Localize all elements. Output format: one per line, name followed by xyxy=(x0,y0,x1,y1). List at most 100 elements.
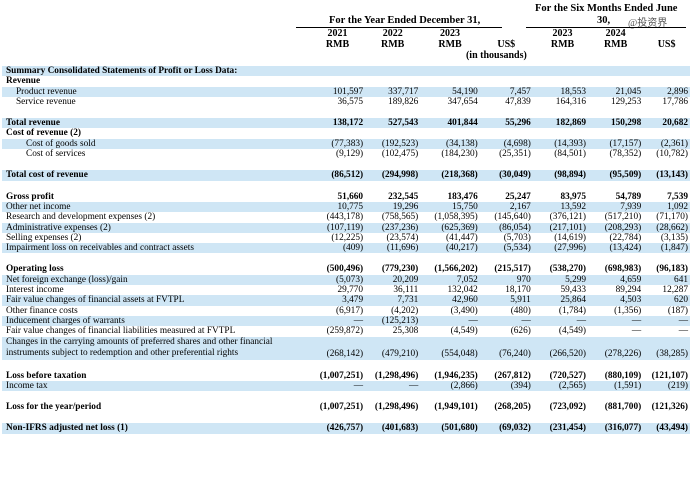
row-value: (517,210) xyxy=(604,212,642,223)
row-value: — xyxy=(643,315,690,327)
row-value xyxy=(309,66,366,77)
row-label: Income tax xyxy=(2,380,310,392)
row-value: 1,092 xyxy=(643,201,690,213)
row-label: Fair value changes of financial assets a… xyxy=(2,295,310,306)
year-col-6: 2024 xyxy=(605,28,626,39)
row-value xyxy=(537,76,588,86)
row-value: (121,326) xyxy=(651,402,688,413)
row-value: 36,575 xyxy=(337,96,364,107)
row-value: — xyxy=(309,315,366,327)
row-value: (500,496) xyxy=(326,264,364,275)
row-value: (2,565) xyxy=(537,380,589,392)
row-value: (23,574) xyxy=(386,232,419,243)
row-value: 25,864 xyxy=(537,295,589,306)
row-value: (192,523) xyxy=(365,138,421,150)
row-value: (43,494) xyxy=(643,423,690,434)
currency-col-3: RMB xyxy=(438,39,462,50)
row-value: 164,316 xyxy=(555,96,587,107)
row-value: (145,640) xyxy=(494,212,531,223)
row-value: (538,270) xyxy=(549,264,587,275)
row-value: 25,247 xyxy=(505,191,531,202)
row-value: (4,698) xyxy=(479,138,533,150)
row-value xyxy=(588,66,644,77)
row-label: Gross profit xyxy=(6,191,54,202)
row-value: (95,509) xyxy=(588,170,644,181)
row-value: (14,619) xyxy=(554,232,587,243)
row-value: (626) xyxy=(510,326,531,337)
row-value: 10,775 xyxy=(309,201,366,213)
row-value: — xyxy=(479,315,533,327)
row-value xyxy=(480,128,533,138)
row-value: (6,917) xyxy=(335,305,364,316)
year-col-2: 2022 xyxy=(382,28,403,39)
column-header-table: 2021 2022 2023 2023 2024 RMB RMB RMB US$… xyxy=(2,28,690,61)
row-label: Impairment loss on receivables and contr… xyxy=(2,243,310,254)
row-value: (30,049) xyxy=(479,170,533,181)
row-value: (34,138) xyxy=(420,138,480,150)
row-value: (77,383) xyxy=(309,138,366,150)
row-value: 25,308 xyxy=(392,326,419,337)
row-value: (268,205) xyxy=(494,402,531,413)
row-value: (1,298,496) xyxy=(374,402,419,413)
row-value: (501,680) xyxy=(420,423,480,434)
row-value: (1,949,101) xyxy=(434,402,478,413)
row-value xyxy=(310,76,365,86)
row-value xyxy=(480,76,533,86)
row-value: 182,869 xyxy=(537,118,589,129)
row-value xyxy=(643,128,690,138)
year-title: For the Year Ended December 31, xyxy=(329,15,481,26)
row-value: 4,659 xyxy=(588,274,644,286)
spacer-row xyxy=(2,159,690,170)
row-value: (69,032) xyxy=(479,423,533,434)
table-row: Gross profit 51,660 232,545 183,476 25,247 83… xyxy=(2,192,690,202)
row-value: 18,553 xyxy=(537,86,589,97)
row-value xyxy=(537,128,588,138)
row-value: (71,170) xyxy=(656,212,688,223)
spacer-row xyxy=(2,181,690,192)
row-label: Total revenue xyxy=(2,118,310,129)
year-col-3: 2023 xyxy=(440,28,461,39)
row-value: (1,058,395) xyxy=(434,212,478,223)
row-label: Administrative expenses (2) xyxy=(2,222,310,233)
row-value: (27,996) xyxy=(537,243,589,254)
row-value: (2,866) xyxy=(420,380,480,392)
row-label: Cost of services xyxy=(26,149,86,160)
row-value: (259,872) xyxy=(326,326,364,337)
row-value: (40,217) xyxy=(420,243,480,254)
row-value: (1,007,251) xyxy=(319,402,364,413)
row-value: (11,696) xyxy=(365,243,421,254)
row-label: Revenue xyxy=(6,76,41,87)
table-row: Inducement charges of warrants — (125,213)… xyxy=(2,315,690,327)
row-value: (107,119) xyxy=(309,222,366,233)
row-value: 970 xyxy=(479,274,533,286)
row-value: (5,534) xyxy=(479,243,533,254)
row-value: 7,539 xyxy=(667,191,688,202)
row-value: (409) xyxy=(309,243,366,254)
row-value xyxy=(643,76,690,86)
row-value xyxy=(310,128,365,138)
table-row: Net foreign exchange (loss)/gain (5,073) 2… xyxy=(2,274,690,286)
table-row: Fair value changes of financial assets a… xyxy=(2,295,690,306)
row-value: (86,512) xyxy=(309,170,366,181)
row-value: (25,351) xyxy=(499,149,531,160)
row-value: (479,210) xyxy=(365,336,421,360)
row-value: (9,129) xyxy=(335,149,364,160)
row-value: 337,717 xyxy=(365,86,421,97)
row-value: (76,240) xyxy=(479,336,533,360)
row-value: — xyxy=(631,326,642,337)
row-value: — xyxy=(537,315,589,327)
row-label: Service revenue xyxy=(16,96,76,107)
row-label: Inducement charges of warrants xyxy=(2,315,310,327)
row-label: Non-IFRS adjusted net loss (1) xyxy=(2,423,310,434)
table-row: Income tax — — (2,866) (394) (2,565) (1,591) (2… xyxy=(2,380,690,392)
units-header-row: (in thousands) xyxy=(2,50,690,61)
year-col-1: 2021 xyxy=(327,28,348,39)
row-value: 3,479 xyxy=(309,295,366,306)
row-value: 21,045 xyxy=(588,86,644,97)
row-value: 54,190 xyxy=(420,86,480,97)
table-row: Fair value changes of financial liabilit… xyxy=(2,326,690,336)
table-row: Non-IFRS adjusted net loss (1) (426,757)(… xyxy=(2,423,690,434)
table-row: Cost of services (9,129) (102,475) (184,230… xyxy=(2,149,690,159)
row-value: (443,178) xyxy=(326,212,364,223)
row-value: (98,894) xyxy=(537,170,589,181)
